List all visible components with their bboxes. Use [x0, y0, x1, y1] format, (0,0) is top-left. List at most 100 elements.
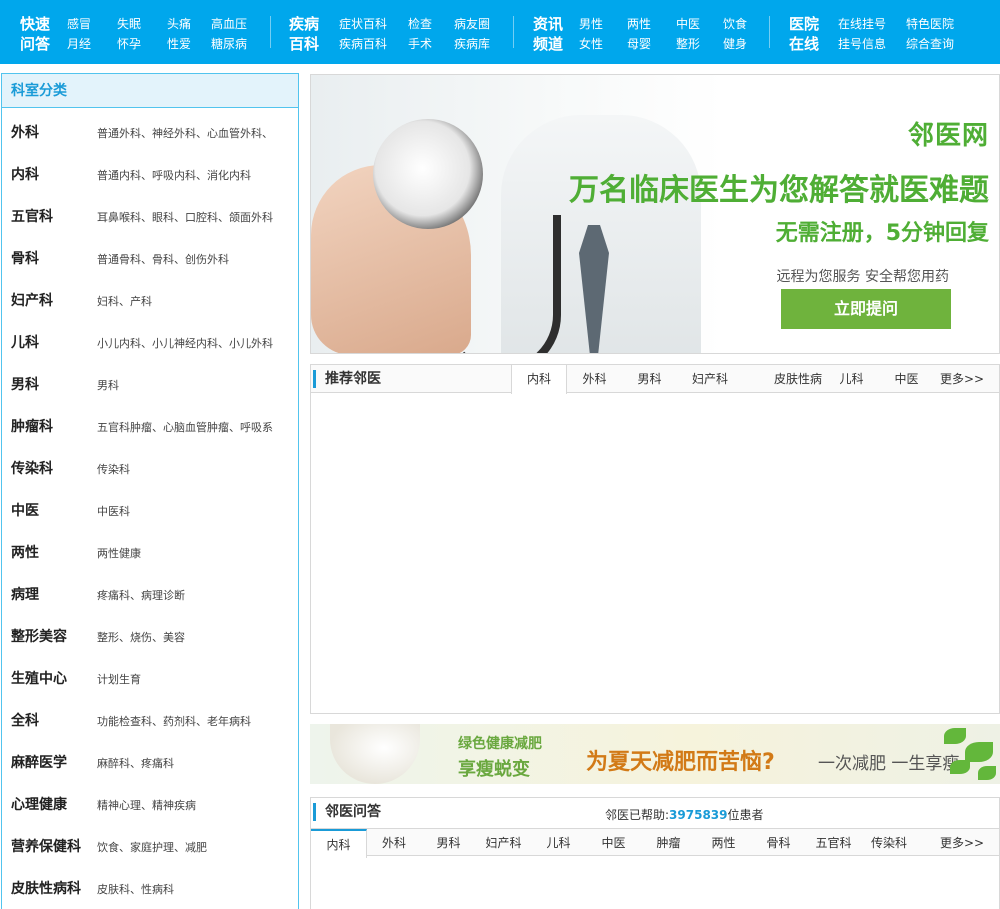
department-name-link[interactable]: 心理健康: [11, 794, 67, 814]
department-row: 妇产科 妇科、产科: [2, 277, 298, 319]
tab-oncology[interactable]: 肿瘤: [641, 829, 696, 857]
nav-link[interactable]: 在线挂号: [838, 15, 886, 33]
nav-group-quick-qa: 快速 问答 感冒 失眠 头痛 高血压 月经 怀孕 性爱 糖尿病: [20, 14, 260, 53]
department-subcategories[interactable]: 普通外科、神经外科、心血管外科、: [97, 125, 295, 141]
department-name-link[interactable]: 麻醉医学: [11, 752, 67, 772]
nav-link[interactable]: 整形: [676, 35, 700, 53]
nav-link[interactable]: 病友圈: [454, 15, 490, 33]
department-name-link[interactable]: 内科: [11, 164, 39, 184]
tab-more[interactable]: 更多>>: [937, 829, 987, 857]
department-name-link[interactable]: 妇产科: [11, 290, 53, 310]
tab-obgyn[interactable]: 妇产科: [476, 829, 531, 857]
tab-pediatrics[interactable]: 儿科: [834, 365, 869, 393]
department-subcategories[interactable]: 饮食、家庭护理、减肥: [97, 839, 295, 855]
department-subcategories[interactable]: 两性健康: [97, 545, 295, 561]
nav-link[interactable]: 失眠: [117, 15, 141, 33]
nav-link[interactable]: 手术: [408, 35, 432, 53]
nav-link[interactable]: 性爱: [167, 35, 191, 53]
nav-link[interactable]: 健身: [723, 35, 747, 53]
nav-link[interactable]: 母婴: [627, 35, 651, 53]
nav-link[interactable]: 男性: [579, 15, 603, 33]
tab-surgery[interactable]: 外科: [367, 829, 421, 857]
department-subcategories[interactable]: 计划生育: [97, 671, 295, 687]
helped-suffix: 位患者: [727, 808, 764, 822]
department-subcategories[interactable]: 妇科、产科: [97, 293, 295, 309]
tab-andrology[interactable]: 男科: [622, 365, 677, 393]
ask-now-button[interactable]: 立即提问: [781, 289, 951, 329]
nav-link[interactable]: 中医: [676, 15, 700, 33]
department-name-link[interactable]: 全科: [11, 710, 39, 730]
department-subcategories[interactable]: 五官科肿瘤、心脑血管肿瘤、呼吸系: [97, 419, 295, 435]
tab-internal[interactable]: 内科: [311, 829, 367, 858]
leaf-icon: [944, 728, 966, 744]
tab-tcm[interactable]: 中医: [889, 365, 924, 393]
nav-link[interactable]: 疾病百科: [339, 35, 387, 53]
nav-group-title: 快速: [20, 15, 51, 33]
ad-headline: 为夏天减肥而苦恼?: [586, 750, 775, 775]
department-name-link[interactable]: 整形美容: [11, 626, 67, 646]
hero-banner[interactable]: 邻医网 万名临床医生为您解答就医难题 无需注册，5分钟回复 远程为您服务 安全帮…: [310, 74, 1000, 354]
department-subcategories[interactable]: 普通内科、呼吸内科、消化内科: [97, 167, 295, 183]
nav-link[interactable]: 感冒: [67, 15, 91, 33]
nav-link[interactable]: 特色医院: [906, 15, 954, 33]
department-subcategories[interactable]: 小儿内科、小儿神经内科、小儿外科: [97, 335, 295, 351]
department-subcategories[interactable]: 皮肤科、性病科: [97, 881, 295, 897]
nav-link[interactable]: 头痛: [167, 15, 191, 33]
tab-more[interactable]: 更多>>: [937, 365, 987, 393]
tab-pediatrics[interactable]: 儿科: [531, 829, 586, 857]
department-subcategories[interactable]: 精神心理、精神疾病: [97, 797, 295, 813]
department-row: 传染科 传染科: [2, 445, 298, 487]
tab-surgery[interactable]: 外科: [567, 365, 622, 393]
department-subcategories[interactable]: 整形、烧伤、美容: [97, 629, 295, 645]
nav-link[interactable]: 综合查询: [906, 35, 954, 53]
department-subcategories[interactable]: 中医科: [97, 503, 295, 519]
tab-ent[interactable]: 五官科: [806, 829, 861, 857]
leaf-icon: [950, 760, 970, 774]
weight-loss-ad[interactable]: 绿色健康减肥 享瘦蜕变 为夏天减肥而苦恼? 一次减肥 一生享瘦: [310, 724, 1000, 784]
department-name-link[interactable]: 病理: [11, 584, 39, 604]
tab-orthopedics[interactable]: 骨科: [751, 829, 806, 857]
nav-link[interactable]: 饮食: [723, 15, 747, 33]
tab-infectious[interactable]: 传染科: [861, 829, 917, 857]
department-name-link[interactable]: 外科: [11, 122, 39, 142]
department-subcategories[interactable]: 麻醉科、疼痛科: [97, 755, 295, 771]
nav-link[interactable]: 月经: [67, 35, 91, 53]
department-subcategories[interactable]: 疼痛科、病理诊断: [97, 587, 295, 603]
department-row: 心理健康 精神心理、精神疾病: [2, 781, 298, 823]
nav-group-title: 频道: [533, 35, 564, 53]
nav-link[interactable]: 女性: [579, 35, 603, 53]
nav-link[interactable]: 疾病库: [454, 35, 490, 53]
tab-obgyn[interactable]: 妇产科: [677, 365, 743, 393]
department-name-link[interactable]: 生殖中心: [11, 668, 67, 688]
department-name-link[interactable]: 两性: [11, 542, 39, 562]
leaf-icon: [965, 742, 993, 762]
nav-link[interactable]: 挂号信息: [838, 35, 886, 53]
nav-divider: [513, 16, 514, 48]
department-name-link[interactable]: 皮肤性病科: [11, 878, 81, 898]
nav-link[interactable]: 怀孕: [117, 35, 141, 53]
tab-internal[interactable]: 内科: [511, 365, 567, 394]
tab-sexual-health[interactable]: 两性: [696, 829, 751, 857]
department-subcategories[interactable]: 功能检查科、药剂科、老年病科: [97, 713, 295, 729]
department-name-link[interactable]: 儿科: [11, 332, 39, 352]
department-subcategories[interactable]: 男科: [97, 377, 295, 393]
nav-link[interactable]: 症状百科: [339, 15, 387, 33]
department-name-link[interactable]: 营养保健科: [11, 836, 81, 856]
department-name-link[interactable]: 中医: [11, 500, 39, 520]
department-name-link[interactable]: 传染科: [11, 458, 53, 478]
banner-headline: 万名临床医生为您解答就医难题: [569, 173, 989, 208]
nav-link[interactable]: 两性: [627, 15, 651, 33]
department-name-link[interactable]: 骨科: [11, 248, 39, 268]
department-row: 中医 中医科: [2, 487, 298, 529]
nav-link[interactable]: 糖尿病: [211, 35, 247, 53]
nav-link[interactable]: 检查: [408, 15, 432, 33]
department-name-link[interactable]: 肿瘤科: [11, 416, 53, 436]
department-subcategories[interactable]: 传染科: [97, 461, 295, 477]
nav-link[interactable]: 高血压: [211, 15, 247, 33]
department-name-link[interactable]: 男科: [11, 374, 39, 394]
tab-andrology[interactable]: 男科: [421, 829, 476, 857]
department-subcategories[interactable]: 耳鼻喉科、眼科、口腔科、颌面外科: [97, 209, 295, 225]
department-subcategories[interactable]: 普通骨科、骨科、创伤外科: [97, 251, 295, 267]
department-name-link[interactable]: 五官科: [11, 206, 53, 226]
tab-tcm[interactable]: 中医: [586, 829, 641, 857]
